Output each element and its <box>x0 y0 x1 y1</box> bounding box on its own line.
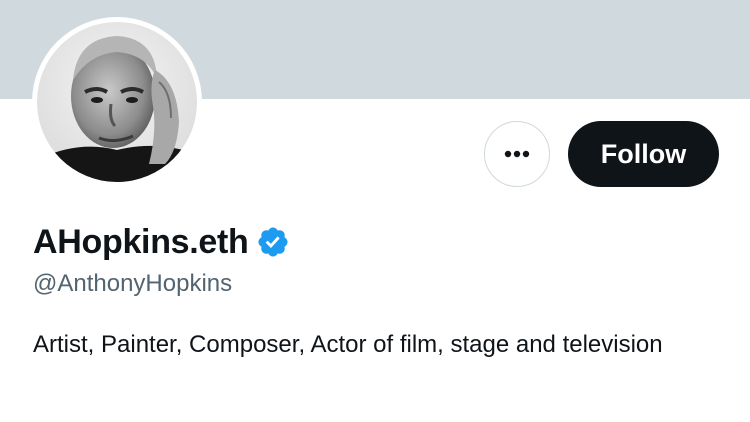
handle: @AnthonyHopkins <box>33 270 233 297</box>
name-row: AHopkins.eth <box>33 220 290 264</box>
follow-button-label: Follow <box>600 138 687 169</box>
more-options-button[interactable] <box>484 121 550 187</box>
verified-badge-icon[interactable] <box>256 225 290 259</box>
display-name: AHopkins.eth <box>33 222 249 261</box>
profile-header: Follow AHopkins.eth @AnthonyHopkins Arti… <box>0 0 750 422</box>
follow-button[interactable]: Follow <box>568 121 719 187</box>
avatar[interactable] <box>32 17 202 187</box>
avatar-photo <box>37 22 197 182</box>
bio: Artist, Painter, Composer, Actor of film… <box>33 331 663 358</box>
more-options-icon <box>504 150 530 158</box>
